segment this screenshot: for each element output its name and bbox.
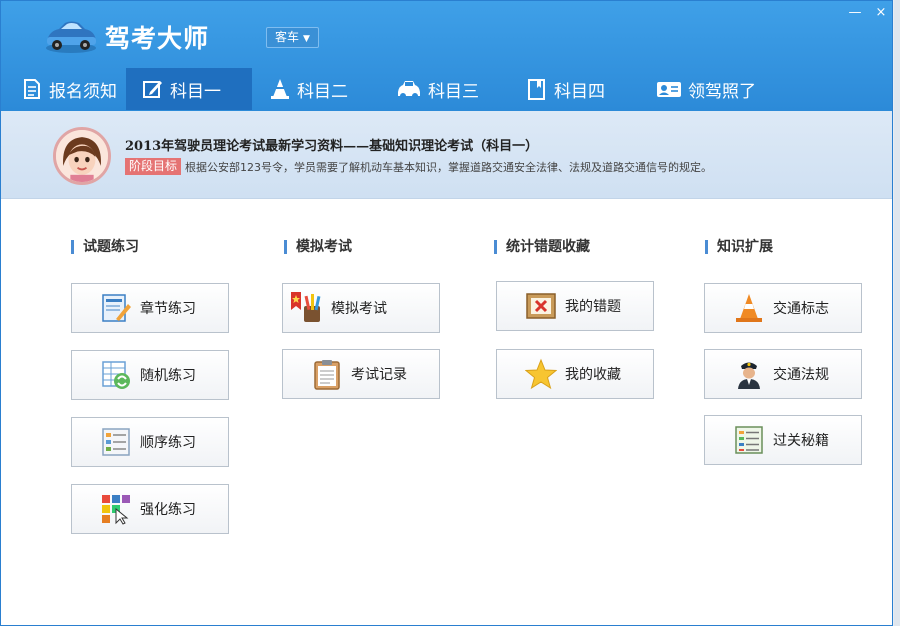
app-window: 驾考大师 客车 ▼ — × 报名须知 科目一 科目二 科目三 科目四 领驾照了 … — [0, 0, 893, 626]
tab-subject-four[interactable]: 科目四 — [526, 68, 605, 110]
tab-label: 科目二 — [297, 81, 348, 102]
traffic-signs-button[interactable]: 交通标志 — [704, 283, 862, 333]
background-window-edge — [894, 0, 900, 626]
button-label: 过关秘籍 — [773, 433, 829, 449]
section-title-statistics: 统计错题收藏 — [494, 240, 590, 254]
main-content: 试题练习 章节练习 随机练习 顺序练习 强化练习 模拟考试 模拟考试 考试记录 … — [1, 200, 892, 625]
exam-tips-button[interactable]: 过关秘籍 — [704, 415, 862, 465]
section-title-mock-exam: 模拟考试 — [284, 240, 352, 254]
caret-down-icon: ▼ — [303, 34, 310, 44]
cheat-sheet-icon — [735, 426, 763, 454]
car-logo-icon — [46, 21, 96, 53]
banner-title: 2013年驾驶员理论考试最新学习资料——基础知识理论考试（科目一） — [125, 139, 539, 154]
button-label: 交通标志 — [773, 301, 829, 317]
random-practice-button[interactable]: 随机练习 — [71, 350, 229, 400]
tab-label: 领驾照了 — [688, 81, 756, 102]
tab-label: 科目四 — [554, 81, 605, 102]
tab-subject-one[interactable]: 科目一 — [126, 68, 252, 110]
exam-record-button[interactable]: 考试记录 — [282, 349, 440, 399]
button-label: 我的收藏 — [565, 367, 621, 383]
main-nav: 报名须知 科目一 科目二 科目三 科目四 领驾照了 — [1, 68, 892, 110]
section-title-knowledge: 知识扩展 — [705, 240, 773, 254]
traffic-laws-button[interactable]: 交通法规 — [704, 349, 862, 399]
app-title: 驾考大师 — [105, 24, 210, 53]
police-officer-icon — [738, 362, 760, 389]
minimize-button[interactable]: — — [846, 5, 864, 21]
clipboard-icon — [314, 360, 340, 390]
wrong-answer-icon — [526, 293, 556, 319]
tab-subject-two[interactable]: 科目二 — [269, 68, 348, 110]
car-icon — [398, 81, 420, 99]
button-label: 模拟考试 — [331, 301, 387, 317]
button-label: 考试记录 — [351, 367, 407, 383]
intensive-practice-icon — [102, 495, 130, 525]
star-icon — [525, 358, 557, 390]
tab-label: 报名须知 — [49, 81, 117, 102]
section-title-practice: 试题练习 — [71, 240, 139, 254]
sequential-practice-icon — [102, 428, 130, 456]
random-practice-icon — [102, 361, 130, 389]
id-card-icon — [657, 82, 681, 97]
document-icon — [24, 79, 40, 99]
my-favorites-button[interactable]: 我的收藏 — [496, 349, 654, 399]
chapter-practice-icon — [102, 294, 131, 322]
vehicle-type-value: 客车 — [275, 30, 300, 44]
button-label: 章节练习 — [140, 301, 196, 317]
tab-get-license[interactable]: 领驾照了 — [656, 68, 756, 110]
tab-registration-notes[interactable]: 报名须知 — [21, 68, 117, 110]
intensive-practice-button[interactable]: 强化练习 — [71, 484, 229, 534]
button-label: 交通法规 — [773, 367, 829, 383]
book-icon — [528, 79, 545, 100]
avatar — [53, 127, 111, 185]
mock-exam-icon — [291, 292, 321, 322]
stage-banner: 2013年驾驶员理论考试最新学习资料——基础知识理论考试（科目一） 阶段目标 根… — [1, 111, 892, 199]
chapter-practice-button[interactable]: 章节练习 — [71, 283, 229, 333]
stage-goal-badge: 阶段目标 — [125, 158, 182, 175]
title-bar: 驾考大师 客车 ▼ — × 报名须知 科目一 科目二 科目三 科目四 领驾照了 — [1, 1, 892, 111]
traffic-cone-icon — [736, 294, 762, 322]
vehicle-type-select[interactable]: 客车 ▼ — [266, 27, 319, 48]
button-label: 顺序练习 — [140, 435, 196, 451]
button-label: 强化练习 — [140, 502, 196, 518]
tab-subject-three[interactable]: 科目三 — [396, 68, 479, 110]
close-button[interactable]: × — [872, 5, 890, 21]
sequential-practice-button[interactable]: 顺序练习 — [71, 417, 229, 467]
stage-description: 根据公安部123号令，学员需要了解机动车基本知识，掌握道路交通安全法律、法规及道… — [185, 161, 712, 174]
button-label: 我的错题 — [565, 299, 621, 315]
mock-exam-button[interactable]: 模拟考试 — [282, 283, 440, 333]
tab-label: 科目三 — [428, 81, 479, 102]
tab-label: 科目一 — [170, 81, 221, 102]
traffic-cone-icon — [271, 79, 289, 99]
edit-icon — [143, 81, 162, 98]
my-wrong-answers-button[interactable]: 我的错题 — [496, 281, 654, 331]
button-label: 随机练习 — [140, 368, 196, 384]
